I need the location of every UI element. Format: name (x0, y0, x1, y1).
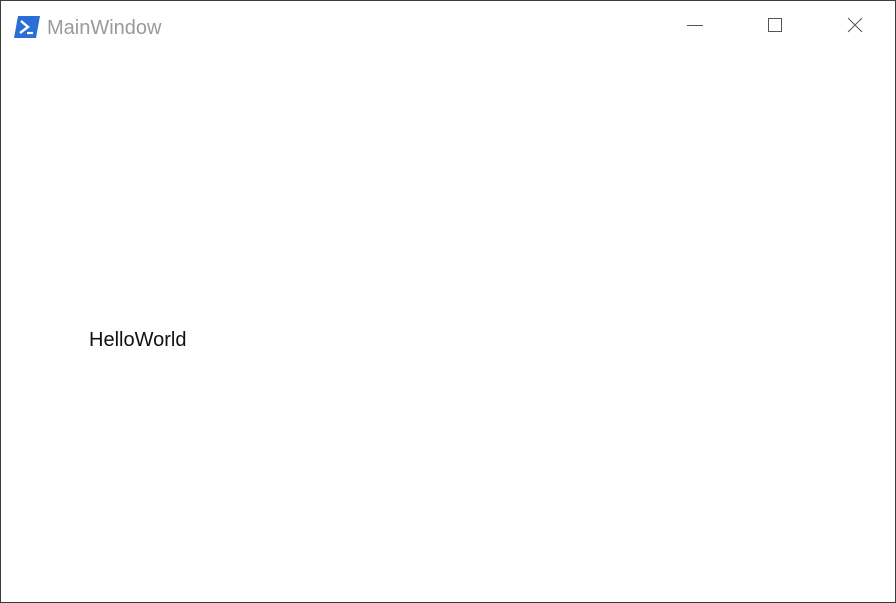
maximize-button[interactable] (735, 1, 815, 54)
powershell-icon (14, 16, 40, 38)
minimize-icon (687, 17, 703, 38)
minimize-button[interactable] (655, 1, 735, 54)
close-icon (847, 17, 863, 38)
hello-label: HelloWorld (89, 329, 187, 351)
close-button[interactable] (815, 1, 895, 54)
window-title: MainWindow (47, 17, 162, 39)
title-bar[interactable]: MainWindow (1, 1, 895, 54)
maximize-icon (767, 17, 783, 38)
client-area: HelloWorld (1, 54, 895, 602)
main-window: MainWindow HelloWorld (0, 0, 896, 603)
